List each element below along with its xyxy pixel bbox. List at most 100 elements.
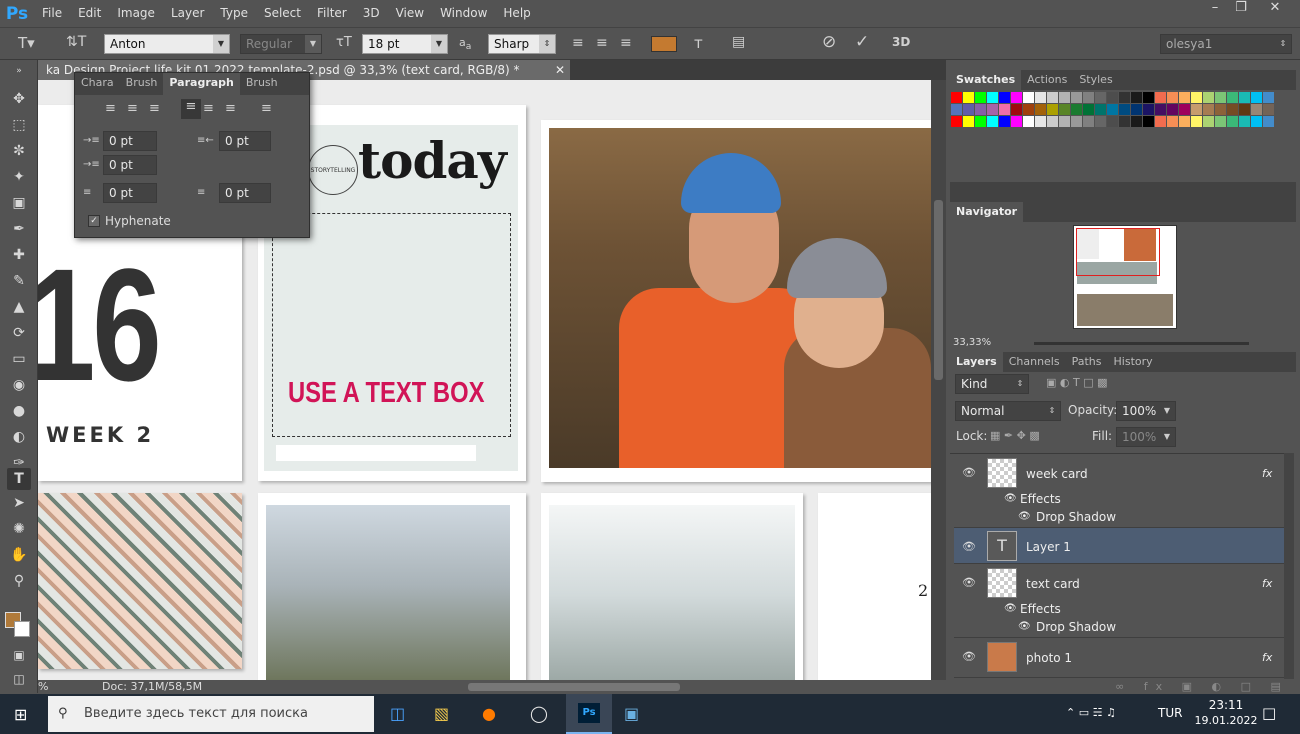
text-orientation-icon[interactable]: ⇅T xyxy=(66,34,86,50)
marquee-tool-icon[interactable]: ⬚ xyxy=(7,114,31,136)
color-swatch[interactable] xyxy=(1107,92,1118,103)
color-swatch[interactable] xyxy=(951,92,962,103)
justify-all-icon[interactable]: ≡ xyxy=(261,101,272,116)
color-swatch[interactable] xyxy=(1179,104,1190,115)
menu-select[interactable]: Select xyxy=(256,0,309,27)
color-swatch[interactable] xyxy=(1059,104,1070,115)
para-align-center-icon[interactable]: ≡ xyxy=(127,101,138,116)
navigator-zoom-slider[interactable] xyxy=(1034,342,1249,345)
color-swatch[interactable] xyxy=(1143,116,1154,127)
color-swatch[interactable] xyxy=(1203,116,1214,127)
color-swatch[interactable] xyxy=(1011,116,1022,127)
color-swatch[interactable] xyxy=(1023,116,1034,127)
effect-eye-icon[interactable]: 👁 xyxy=(1018,621,1031,632)
menu-edit[interactable]: Edit xyxy=(70,0,109,27)
tray-icons[interactable]: ⌃ ▭ ☵ ♫ xyxy=(1066,706,1116,719)
menu-help[interactable]: Help xyxy=(495,0,538,27)
color-swatch[interactable] xyxy=(1131,116,1142,127)
layer-row-text-card[interactable]: 👁 text card fx 👁 Effects 👁 Drop Shadow xyxy=(954,564,1288,638)
horizontal-scroll-thumb[interactable] xyxy=(468,683,680,691)
color-swatch[interactable] xyxy=(963,116,974,127)
tab-brush[interactable]: Brush xyxy=(120,73,164,95)
indent-left-input[interactable]: 0 pt xyxy=(103,131,157,151)
layer-row-photo-1[interactable]: 👁 photo 1 fx xyxy=(954,638,1288,678)
color-swatch[interactable] xyxy=(1071,116,1082,127)
layer-name[interactable]: Layer 1 xyxy=(1026,540,1071,554)
color-swatch[interactable] xyxy=(987,116,998,127)
color-swatch[interactable] xyxy=(1215,92,1226,103)
color-swatch[interactable] xyxy=(1143,92,1154,103)
fill-input[interactable]: 100% ▼ xyxy=(1116,427,1176,447)
blur-tool-icon[interactable]: ● xyxy=(7,400,31,422)
menu-type[interactable]: Type xyxy=(212,0,256,27)
color-swatch[interactable] xyxy=(1263,116,1274,127)
align-center-icon[interactable]: ≡ xyxy=(596,35,608,51)
tab-brush-presets[interactable]: Brush xyxy=(240,73,284,95)
tab-paths[interactable]: Paths xyxy=(1066,352,1108,372)
color-swatch[interactable] xyxy=(1167,92,1178,103)
color-swatch[interactable] xyxy=(1155,92,1166,103)
swatch-grid[interactable] xyxy=(951,92,1281,148)
type-tool-preset-icon[interactable]: T▾ xyxy=(18,34,35,52)
windows-start-icon[interactable]: ⊞ xyxy=(14,705,27,724)
language-indicator[interactable]: TUR xyxy=(1158,706,1182,720)
menu-file[interactable]: File xyxy=(34,0,70,27)
color-swatch[interactable] xyxy=(1227,92,1238,103)
color-swatch[interactable] xyxy=(1239,92,1250,103)
color-swatch[interactable] xyxy=(987,104,998,115)
effect-eye-icon[interactable]: 👁 xyxy=(1018,511,1031,522)
color-swatch[interactable] xyxy=(1167,116,1178,127)
background-color-swatch[interactable] xyxy=(14,621,30,637)
color-swatch[interactable] xyxy=(1167,104,1178,115)
color-swatch[interactable] xyxy=(975,116,986,127)
justify-center-icon[interactable]: ≡ xyxy=(203,101,214,116)
text-color-swatch[interactable] xyxy=(651,36,677,52)
brush-tool-icon[interactable]: ✎ xyxy=(7,270,31,292)
layers-scrollbar[interactable] xyxy=(1284,453,1294,679)
color-swatch[interactable] xyxy=(1251,104,1262,115)
commit-edit-icon[interactable]: ✓ xyxy=(855,32,869,52)
antialias-select[interactable]: Sharp ⇕ xyxy=(488,34,556,54)
paint-bucket-icon[interactable]: ◉ xyxy=(7,374,31,396)
path-selection-icon[interactable]: ➤ xyxy=(7,492,31,514)
color-swatch[interactable] xyxy=(963,104,974,115)
color-swatch[interactable] xyxy=(1203,104,1214,115)
tab-actions[interactable]: Actions xyxy=(1021,70,1073,90)
color-swatch[interactable] xyxy=(1023,92,1034,103)
fx-badge[interactable]: fx xyxy=(1262,651,1272,664)
color-swatch[interactable] xyxy=(1191,104,1202,115)
color-swatch[interactable] xyxy=(1239,104,1250,115)
close-icon[interactable]: ✕ xyxy=(1260,0,1290,18)
zoom-tool-icon[interactable]: ⚲ xyxy=(7,570,31,592)
photoshop-taskbar-button[interactable]: Ps xyxy=(566,694,612,734)
color-swatch[interactable] xyxy=(1083,116,1094,127)
color-swatch[interactable] xyxy=(1047,116,1058,127)
color-swatch[interactable] xyxy=(999,104,1010,115)
navigator-zoom[interactable]: 33,33% xyxy=(953,337,991,348)
visibility-eye-icon[interactable]: 👁 xyxy=(962,540,976,553)
workspace-select[interactable]: olesya1 ⇕ xyxy=(1160,34,1292,54)
color-swatch[interactable] xyxy=(1263,104,1274,115)
close-tab-icon[interactable]: ✕ xyxy=(555,60,565,80)
color-swatch[interactable] xyxy=(999,116,1010,127)
clone-stamp-icon[interactable]: ▲ xyxy=(7,296,31,318)
color-swatch[interactable] xyxy=(975,104,986,115)
text-box-text[interactable]: USE A TEXT BOX xyxy=(288,377,484,410)
quick-mask-icon[interactable]: ▣ xyxy=(7,644,31,666)
color-swatch[interactable] xyxy=(1035,92,1046,103)
color-swatch[interactable] xyxy=(1095,116,1106,127)
menu-image[interactable]: Image xyxy=(109,0,163,27)
move-tool-icon[interactable]: ✥ xyxy=(7,88,31,110)
nav-view-box[interactable] xyxy=(1076,228,1160,276)
color-swatch[interactable] xyxy=(975,92,986,103)
color-swatch[interactable] xyxy=(1107,104,1118,115)
color-swatch[interactable] xyxy=(1155,116,1166,127)
color-swatch[interactable] xyxy=(951,104,962,115)
color-swatch[interactable] xyxy=(1011,104,1022,115)
color-swatch[interactable] xyxy=(987,92,998,103)
lasso-tool-icon[interactable]: ✼ xyxy=(7,140,31,162)
tab-navigator[interactable]: Navigator xyxy=(950,202,1024,222)
3d-icon[interactable]: 3D xyxy=(892,35,910,49)
color-swatch[interactable] xyxy=(999,92,1010,103)
align-left-icon[interactable]: ≡ xyxy=(572,35,584,51)
